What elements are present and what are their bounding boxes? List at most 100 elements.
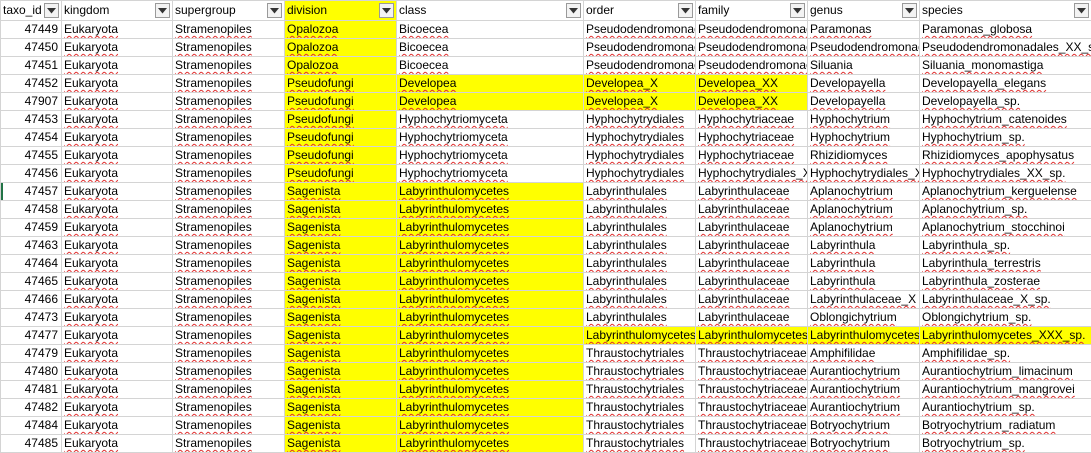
table-row[interactable]: 47480EukaryotaStramenopilesSagenistaLaby… [1,363,1091,381]
table-row[interactable]: 47463EukaryotaStramenopilesSagenistaLaby… [1,237,1091,255]
cell-species[interactable]: Labyrinthulaceae_X_sp. [920,291,1091,309]
cell-taxo-id[interactable]: 47453 [1,111,62,129]
cell-species[interactable]: Labyrinthula_zosterae [920,273,1091,291]
cell-order[interactable]: Labyrinthulales [584,237,696,255]
cell-kingdom[interactable]: Eukaryota [62,165,173,183]
cell-kingdom[interactable]: Eukaryota [62,129,173,147]
cell-division[interactable]: Sagenista [285,309,397,327]
cell-genus[interactable]: Hyphochytrium [808,111,920,129]
cell-kingdom[interactable]: Eukaryota [62,201,173,219]
table-row[interactable]: 47479EukaryotaStramenopilesSagenistaLaby… [1,345,1091,363]
cell-order[interactable]: Pseudodendromonadales [584,21,696,39]
cell-family[interactable]: Labyrinthulaceae [696,183,808,201]
table-row[interactable]: 47459EukaryotaStramenopilesSagenistaLaby… [1,219,1091,237]
cell-class[interactable]: Labyrinthulomycetes [397,381,584,399]
cell-genus[interactable]: Hyphochytrium [808,129,920,147]
cell-taxo-id[interactable]: 47466 [1,291,62,309]
cell-division[interactable]: Pseudofungi [285,93,397,111]
dropdown-arrow-icon[interactable] [379,3,394,18]
cell-supergroup[interactable]: Stramenopiles [173,273,285,291]
table-row[interactable]: 47465EukaryotaStramenopilesSagenistaLaby… [1,273,1091,291]
cell-taxo-id[interactable]: 47480 [1,363,62,381]
table-row[interactable]: 47451EukaryotaStramenopilesOpalozoaBicoe… [1,57,1091,75]
cell-species[interactable]: Hyphochytrium_sp. [920,129,1091,147]
cell-supergroup[interactable]: Stramenopiles [173,129,285,147]
cell-order[interactable]: Hyphochytrydiales [584,111,696,129]
cell-family[interactable]: Labyrinthulaceae [696,273,808,291]
cell-family[interactable]: Labyrinthulaceae [696,237,808,255]
cell-family[interactable]: Thraustochytriaceae [696,399,808,417]
cell-kingdom[interactable]: Eukaryota [62,381,173,399]
cell-class[interactable]: Hyphochytriomyceta [397,129,584,147]
cell-supergroup[interactable]: Stramenopiles [173,75,285,93]
column-header-family[interactable]: family [696,1,808,21]
cell-genus[interactable]: Aurantiochytrium [808,363,920,381]
cell-taxo-id[interactable]: 47479 [1,345,62,363]
cell-supergroup[interactable]: Stramenopiles [173,291,285,309]
cell-family[interactable]: Labyrinthulaceae [696,219,808,237]
cell-order[interactable]: Thraustochytriales [584,417,696,435]
cell-species[interactable]: Amphifilidae_sp. [920,345,1091,363]
table-row[interactable]: 47454EukaryotaStramenopilesPseudofungiHy… [1,129,1091,147]
cell-species[interactable]: Labyrinthula_sp. [920,237,1091,255]
cell-kingdom[interactable]: Eukaryota [62,39,173,57]
cell-class[interactable]: Labyrinthulomycetes [397,291,584,309]
cell-division[interactable]: Sagenista [285,417,397,435]
table-row[interactable]: 47449EukaryotaStramenopilesOpalozoaBicoe… [1,21,1091,39]
cell-taxo-id[interactable]: 47473 [1,309,62,327]
cell-genus[interactable]: Developayella [808,75,920,93]
cell-kingdom[interactable]: Eukaryota [62,57,173,75]
column-header-taxo-id[interactable]: taxo_id [1,1,62,21]
column-header-supergroup[interactable]: supergroup [173,1,285,21]
cell-class[interactable]: Labyrinthulomycetes [397,327,584,345]
table-row[interactable]: 47450EukaryotaStramenopilesOpalozoaBicoe… [1,39,1091,57]
cell-order[interactable]: Developea_X [584,93,696,111]
cell-taxo-id[interactable]: 47484 [1,417,62,435]
cell-taxo-id[interactable]: 47459 [1,219,62,237]
cell-taxo-id[interactable]: 47451 [1,57,62,75]
cell-supergroup[interactable]: Stramenopiles [173,111,285,129]
cell-order[interactable]: Hyphochytrydiales [584,165,696,183]
cell-order[interactable]: Hyphochytrydiales [584,129,696,147]
cell-supergroup[interactable]: Stramenopiles [173,201,285,219]
cell-family[interactable]: Hyphochytrydiales_X [696,165,808,183]
cell-kingdom[interactable]: Eukaryota [62,273,173,291]
cell-taxo-id[interactable]: 47463 [1,237,62,255]
table-row[interactable]: 47455EukaryotaStramenopilesPseudofungiHy… [1,147,1091,165]
cell-division[interactable]: Sagenista [285,399,397,417]
cell-species[interactable]: Aplanochytrium_sp. [920,201,1091,219]
cell-species[interactable]: Developayella_elegans [920,75,1091,93]
cell-class[interactable]: Bicoecea [397,57,584,75]
cell-family[interactable]: Developea_XX [696,93,808,111]
cell-order[interactable]: Labyrinthulales [584,219,696,237]
cell-kingdom[interactable]: Eukaryota [62,399,173,417]
cell-division[interactable]: Sagenista [285,363,397,381]
cell-family[interactable]: Thraustochytriaceae [696,363,808,381]
cell-class[interactable]: Bicoecea [397,39,584,57]
cell-taxo-id[interactable]: 47457 [1,183,62,201]
cell-class[interactable]: Hyphochytriomyceta [397,165,584,183]
cell-supergroup[interactable]: Stramenopiles [173,345,285,363]
cell-genus[interactable]: Aplanochytrium [808,201,920,219]
cell-order[interactable]: Labyrinthulales [584,273,696,291]
cell-genus[interactable]: Aurantiochytrium [808,381,920,399]
cell-supergroup[interactable]: Stramenopiles [173,39,285,57]
table-row[interactable]: 47482EukaryotaStramenopilesSagenistaLaby… [1,399,1091,417]
cell-class[interactable]: Developea [397,75,584,93]
column-header-species[interactable]: species [920,1,1091,21]
cell-genus[interactable]: Oblongichytrium [808,309,920,327]
cell-class[interactable]: Labyrinthulomycetes [397,273,584,291]
cell-division[interactable]: Opalozoa [285,39,397,57]
cell-kingdom[interactable]: Eukaryota [62,345,173,363]
cell-division[interactable]: Sagenista [285,273,397,291]
cell-kingdom[interactable]: Eukaryota [62,309,173,327]
cell-genus[interactable]: Labyrinthula [808,273,920,291]
cell-family[interactable]: Pseudodendromonadaceae [696,39,808,57]
cell-family[interactable]: Labyrinthulaceae [696,201,808,219]
cell-species[interactable]: Botryochytrium_radiatum [920,417,1091,435]
cell-species[interactable]: Pseudodendromonadales_XX_sp. [920,39,1091,57]
cell-family[interactable]: Hyphochytriaceae [696,129,808,147]
cell-division[interactable]: Sagenista [285,381,397,399]
cell-order[interactable]: Pseudodendromonadales [584,39,696,57]
cell-supergroup[interactable]: Stramenopiles [173,165,285,183]
